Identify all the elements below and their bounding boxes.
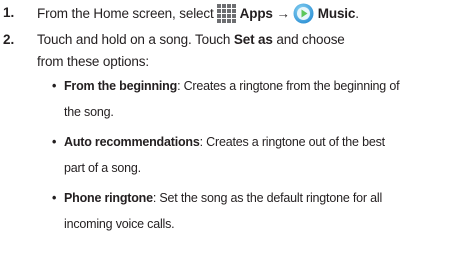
step-2-line-1: Touch and hold on a song. Touch Set as a…: [37, 30, 473, 50]
step-2-prefix: Touch and hold on a song. Touch: [37, 32, 231, 47]
option-desc: : Creates a ringtone out of the best: [199, 135, 385, 149]
bullet-dot: •: [52, 135, 57, 149]
option-line-1: Phone ringtone: Set the song as the defa…: [64, 188, 472, 209]
option-line-1: Auto recommendations: Creates a ringtone…: [64, 132, 472, 153]
option-title: From the beginning: [64, 79, 178, 93]
set-as-label: Set as: [233, 32, 273, 47]
option-line-1: From the beginning: Creates a ringtone f…: [64, 76, 472, 97]
option-title: Phone ringtone: [64, 191, 153, 205]
option-title: Auto recommendations: [64, 135, 200, 149]
option-text: Phone ringtone: Set the song as the defa…: [64, 188, 472, 235]
instructions-document: 1. From the Home screen, select Apps → M…: [0, 0, 475, 272]
arrow-glyph: →: [276, 6, 290, 21]
step-1-period: .: [355, 6, 359, 21]
option-line-2: the song.: [64, 105, 114, 119]
option-desc: : Set the song as the default ringtone f…: [152, 191, 383, 205]
music-label: Music: [317, 6, 356, 21]
option-text: Auto recommendations: Creates a ringtone…: [64, 132, 472, 179]
bullet-dot: •: [52, 191, 57, 205]
option-desc: : Creates a ringtone from the beginning …: [177, 79, 400, 93]
option-line-2: incoming voice calls.: [64, 217, 175, 231]
music-app-icon: [293, 3, 314, 24]
step-1-prefix: From the Home screen, select: [37, 6, 214, 21]
step-text: Touch and hold on a song. Touch Set as a…: [37, 30, 473, 72]
step-text: From the Home screen, select Apps → Musi…: [37, 3, 473, 24]
step-2-line-2: from these options:: [37, 54, 149, 69]
bullet-dot: •: [52, 79, 57, 93]
step-number: 2.: [3, 32, 15, 47]
step-2-suffix: and choose: [276, 32, 345, 47]
option-text: From the beginning: Creates a ringtone f…: [64, 76, 472, 123]
step-number: 1.: [3, 5, 15, 20]
apps-grid-icon: [216, 4, 236, 23]
apps-label: Apps: [239, 6, 273, 21]
option-line-2: part of a song.: [64, 161, 141, 175]
